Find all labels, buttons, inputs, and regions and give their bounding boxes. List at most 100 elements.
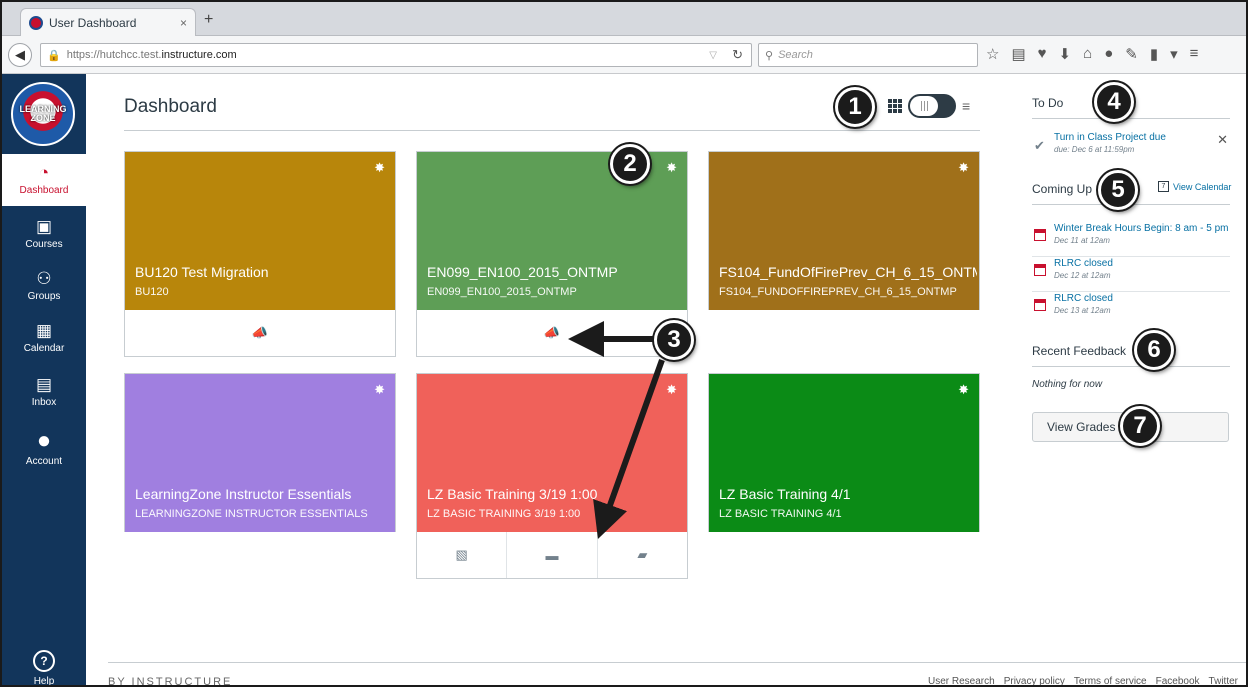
announcements-icon[interactable]: 📣 (417, 310, 687, 356)
discussions-icon[interactable]: ▬ (507, 532, 598, 578)
calendar-event-icon (1034, 264, 1046, 276)
callout-badge: 6 (1134, 330, 1174, 370)
todo-due: due: Dec 6 at 11:59pm (1054, 145, 1135, 154)
nav-item-account[interactable]: ● Account (2, 422, 86, 474)
course-card[interactable]: ✸ LZ Basic Training 3/19 1:00 LZ BASIC T… (416, 373, 688, 579)
course-card-header[interactable]: ✸ LearningZone Instructor Essentials LEA… (125, 374, 395, 532)
url-bar[interactable]: 🔒 https://hutchcc.test. instructure.com ▽… (40, 43, 752, 67)
announcements-icon[interactable]: 📣 (125, 310, 395, 356)
calendar-event-icon (1034, 299, 1046, 311)
nav-item-groups[interactable]: ⚇ Groups (2, 260, 86, 312)
card-view-icon[interactable] (888, 99, 902, 113)
url-dropdown-icon[interactable]: ▽ (709, 50, 717, 61)
gear-icon[interactable]: ✸ (374, 382, 385, 398)
footer-link[interactable]: User Research (928, 676, 995, 685)
nav-item-calendar[interactable]: ▦ Calendar (2, 312, 86, 364)
reload-icon[interactable]: ↻ (732, 47, 743, 63)
new-tab-button[interactable]: + (204, 11, 213, 29)
course-name[interactable]: BU120 Test Migration (135, 264, 393, 280)
nav-label: Groups (27, 291, 61, 302)
event-link[interactable]: RLRC closed (1054, 258, 1113, 269)
callout-badge: 3 (654, 320, 694, 360)
recent-feedback-heading: Recent Feedback (1032, 344, 1127, 358)
event-link[interactable]: RLRC closed (1054, 293, 1113, 304)
view-switch[interactable] (908, 94, 956, 118)
course-card[interactable]: ✸ FS104_FundOfFirePrev_CH_6_15_ONTMP FS1… (708, 151, 980, 310)
footer-link[interactable]: Privacy policy (1004, 676, 1065, 685)
list-view-icon[interactable]: ≡ (962, 98, 970, 114)
clipboard-icon[interactable]: ▮ (1150, 45, 1158, 63)
course-card-header[interactable]: ✸ FS104_FundOfFirePrev_CH_6_15_ONTMP FS1… (709, 152, 979, 310)
course-card-header[interactable]: ✸ LZ Basic Training 4/1 LZ BASIC TRAININ… (709, 374, 979, 532)
close-icon[interactable]: ✕ (1217, 132, 1228, 148)
footer-link[interactable]: Facebook (1156, 676, 1200, 685)
right-sidebar: To Do ✔ Turn in Class Project due due: D… (1032, 74, 1231, 654)
course-name[interactable]: FS104_FundOfFirePrev_CH_6_15_ONTMP (719, 264, 977, 280)
dashboard-icon: ◔ (38, 163, 50, 182)
reading-list-icon[interactable]: ▤ (1011, 45, 1025, 63)
course-card-header[interactable]: ✸ EN099_EN100_2015_ONTMP EN099_EN100_201… (417, 152, 687, 310)
course-card-header[interactable]: ✸ LZ Basic Training 3/19 1:00 LZ BASIC T… (417, 374, 687, 532)
course-card[interactable]: ✸ LearningZone Instructor Essentials LEA… (124, 373, 396, 532)
checkmark-icon: ✔ (1034, 138, 1045, 153)
home-icon[interactable]: ⌂ (1083, 45, 1092, 63)
dashboard-view-toggle[interactable]: ≡ (888, 94, 970, 118)
nav-item-dashboard[interactable]: ◔ Dashboard (2, 154, 86, 206)
chat-icon[interactable]: ● (1104, 45, 1113, 63)
browser-nav-bar: ◀ 🔒 https://hutchcc.test. instructure.com… (2, 36, 1246, 74)
gear-icon[interactable]: ✸ (666, 160, 677, 176)
event-item: RLRC closed Dec 13 at 12am (1032, 293, 1230, 327)
todo-link[interactable]: Turn in Class Project due (1054, 132, 1166, 143)
course-name[interactable]: EN099_EN100_2015_ONTMP (427, 264, 685, 280)
course-code: LZ BASIC TRAINING 3/19 1:00 (427, 508, 581, 520)
browser-tab[interactable]: User Dashboard × (20, 8, 196, 36)
footer-link[interactable]: Twitter (1209, 676, 1238, 685)
extension-icon[interactable]: ✎ (1125, 45, 1138, 63)
course-card-header[interactable]: ✸ BU120 Test Migration BU120 (125, 152, 395, 310)
tab-close-icon[interactable]: × (180, 16, 187, 30)
nav-label: Calendar (23, 343, 65, 354)
view-calendar-link[interactable]: 7 View Calendar (1158, 181, 1231, 192)
course-card[interactable]: ✸ EN099_EN100_2015_ONTMP EN099_EN100_201… (416, 151, 688, 357)
back-button[interactable]: ◀ (8, 43, 32, 67)
event-date: Dec 12 at 12am (1054, 271, 1111, 280)
todo-divider (1032, 118, 1230, 119)
bookmark-star-icon[interactable]: ☆ (986, 45, 999, 63)
menu-icon[interactable]: ≡ (1190, 45, 1199, 63)
no-feedback-text: Nothing for now (1032, 379, 1103, 390)
dropdown-icon[interactable]: ▾ (1170, 45, 1178, 63)
nav-label: Inbox (31, 397, 57, 408)
files-icon[interactable]: ▰ (598, 532, 687, 578)
nav-item-courses[interactable]: ▣ Courses (2, 208, 86, 260)
download-icon[interactable]: ⬇ (1059, 45, 1072, 63)
main-content: Dashboard ≡ ✸ BU120 Test Migration BU120… (86, 74, 1246, 685)
logo-text: LEARNING ZONE (19, 104, 67, 123)
gear-icon[interactable]: ✸ (958, 382, 969, 398)
tab-title: User Dashboard (49, 15, 137, 30)
course-card[interactable]: ✸ BU120 Test Migration BU120 📣 (124, 151, 396, 357)
course-card[interactable]: ✸ LZ Basic Training 4/1 LZ BASIC TRAININ… (708, 373, 980, 532)
gear-icon[interactable]: ✸ (374, 160, 385, 176)
nav-item-help[interactable]: ? Help (2, 642, 86, 685)
coming-up-heading: Coming Up (1032, 182, 1093, 196)
event-date: Dec 13 at 12am (1054, 306, 1111, 315)
header-divider (124, 130, 980, 131)
browser-search-input[interactable]: ⚲ Search (758, 43, 978, 67)
search-icon: ⚲ (765, 49, 774, 62)
nav-item-inbox[interactable]: ▤ Inbox (2, 366, 86, 418)
gear-icon[interactable]: ✸ (958, 160, 969, 176)
course-name[interactable]: LZ Basic Training 3/19 1:00 (427, 486, 685, 502)
footer-link[interactable]: Terms of service (1074, 676, 1147, 685)
gear-icon[interactable]: ✸ (666, 382, 677, 398)
event-link[interactable]: Winter Break Hours Begin: 8 am - 5 pm (1054, 223, 1229, 234)
instructure-brand[interactable]: BY INSTRUCTURE (108, 676, 232, 685)
assignments-icon[interactable]: ▧ (417, 532, 508, 578)
screenshot-frame: User Dashboard × + ◀ 🔒 https://hutchcc.t… (0, 0, 1248, 687)
switch-knob (910, 96, 938, 116)
help-icon: ? (33, 649, 55, 672)
search-placeholder: Search (778, 49, 813, 61)
course-name[interactable]: LZ Basic Training 4/1 (719, 486, 977, 502)
learning-zone-logo[interactable]: LEARNING ZONE (11, 82, 75, 146)
pocket-icon[interactable]: ♥ (1038, 45, 1047, 63)
course-name[interactable]: LearningZone Instructor Essentials (135, 486, 393, 502)
